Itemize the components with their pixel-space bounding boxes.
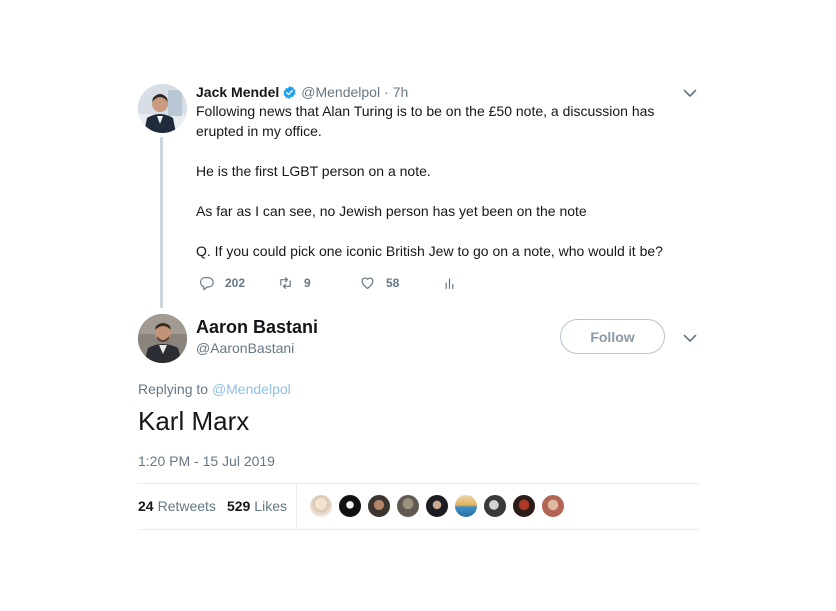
liker-avatar[interactable] (512, 494, 536, 518)
replying-prefix: Replying to (138, 381, 209, 397)
tweet-paragraph: He is the first LGBT person on a note. (196, 163, 431, 179)
like-button[interactable]: 58 (359, 275, 399, 291)
reply-count: 202 (225, 276, 246, 290)
like-count: 58 (386, 276, 400, 290)
liker-avatar[interactable] (483, 494, 507, 518)
avatar-jack-mendel[interactable] (138, 84, 187, 133)
liker-avatar[interactable] (338, 494, 362, 518)
verified-badge-icon (283, 85, 296, 99)
chevron-down-icon[interactable] (683, 89, 697, 98)
stats-bottom-divider (138, 529, 699, 530)
retweet-count: 9 (304, 276, 311, 290)
replying-to-line: Replying to @Mendelpol (138, 381, 291, 397)
retweet-icon (280, 277, 291, 289)
tweet-paragraph: Q. If you could pick one iconic British … (196, 243, 663, 259)
analytics-icon (445, 278, 454, 289)
liker-avatar[interactable] (454, 494, 478, 518)
avatar-aaron-bastani[interactable] (138, 314, 187, 363)
thread-connector-line (160, 137, 163, 308)
tweet-analytics-button[interactable] (441, 275, 468, 291)
parent-author-name[interactable]: Jack Mendel (196, 84, 279, 100)
parent-author-handle[interactable]: @Mendelpol (301, 84, 380, 100)
liker-avatar[interactable] (396, 494, 420, 518)
main-author-name[interactable]: Aaron Bastani (196, 317, 318, 338)
liker-avatar[interactable] (541, 494, 565, 518)
liker-avatar[interactable] (309, 494, 333, 518)
retweet-button[interactable]: 9 (277, 275, 311, 291)
engagement-stats: 24 Retweets 529 Likes (138, 498, 298, 514)
likes-count[interactable]: 529 (227, 498, 250, 514)
liker-avatar[interactable] (367, 494, 391, 518)
replying-to-mention[interactable]: @Mendelpol (212, 381, 291, 397)
reply-button[interactable]: 202 (198, 275, 245, 291)
tweet-paragraph: As far as I can see, no Jewish person ha… (196, 203, 587, 219)
parent-tweet-header: Jack Mendel @Mendelpol · 7h (196, 83, 408, 101)
retweets-label[interactable]: Retweets (158, 498, 216, 514)
follow-button[interactable]: Follow (560, 319, 665, 354)
chevron-down-icon[interactable] (683, 334, 697, 343)
liker-avatar[interactable] (425, 494, 449, 518)
liker-avatars (309, 494, 570, 518)
reply-icon (199, 277, 214, 291)
heart-icon (361, 277, 374, 289)
likes-label[interactable]: Likes (254, 498, 287, 514)
parent-tweet-text: Following news that Alan Turing is to be… (196, 101, 686, 261)
stats-top-divider (138, 483, 699, 484)
tweet-timestamp[interactable]: 1:20 PM - 15 Jul 2019 (138, 453, 275, 469)
main-tweet-text: Karl Marx (138, 406, 250, 436)
retweets-count[interactable]: 24 (138, 498, 154, 514)
parent-time-ago[interactable]: 7h (393, 84, 409, 100)
tweet-paragraph: Following news that Alan Turing is to be… (196, 103, 655, 139)
time-separator: · (384, 84, 389, 100)
main-author-handle[interactable]: @AaronBastani (196, 340, 294, 356)
